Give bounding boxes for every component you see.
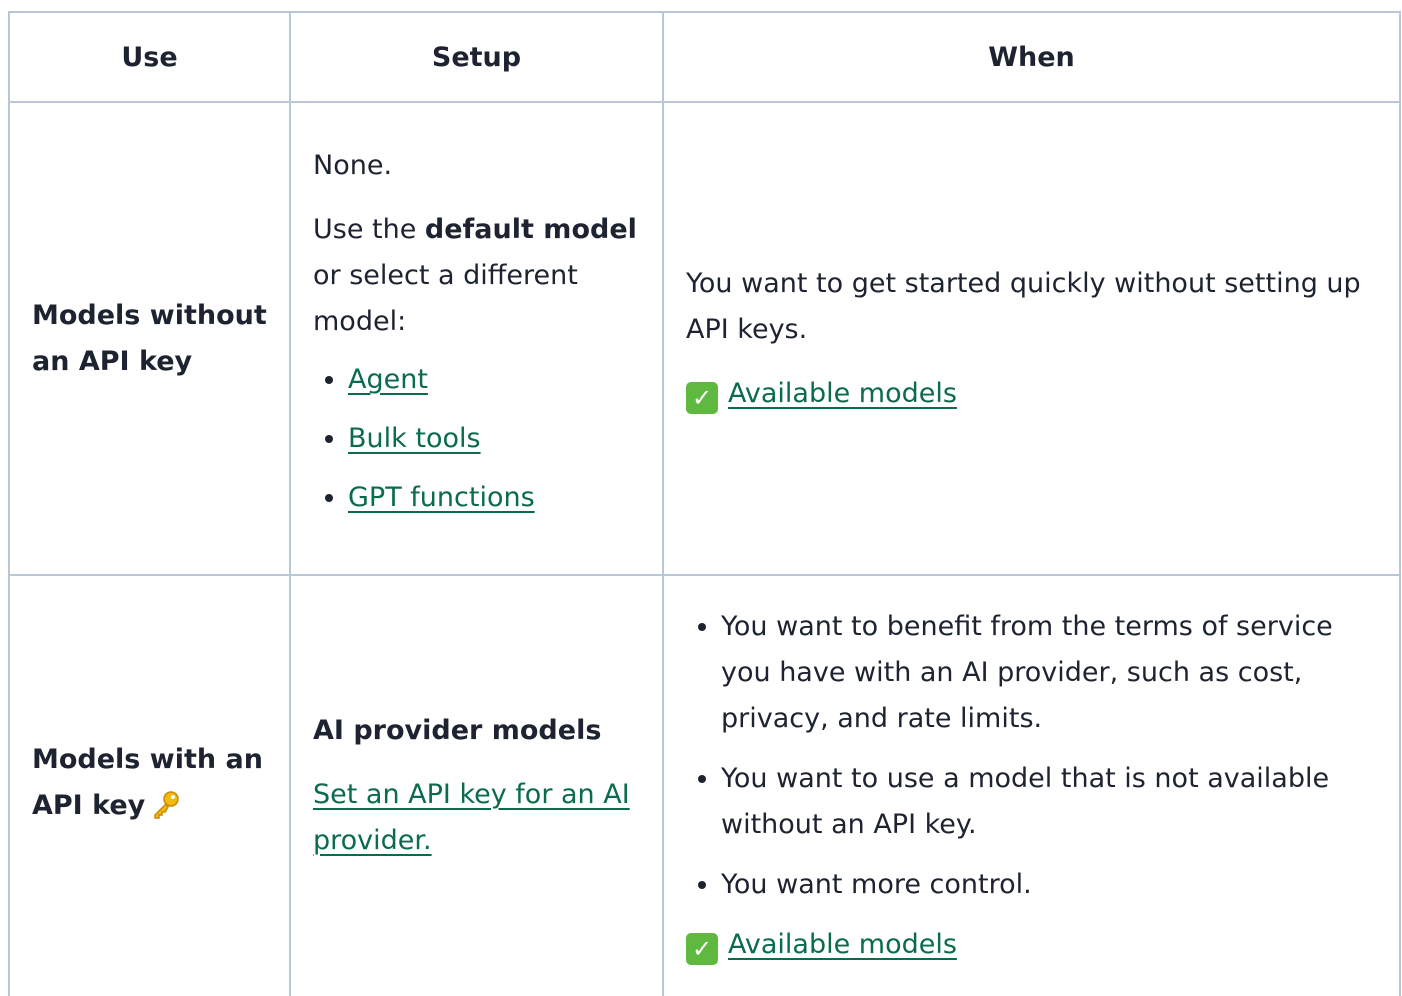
agent-link[interactable]: Agent <box>348 364 428 395</box>
setup-intro: None. <box>313 150 393 181</box>
use-label-with-key: Models with an API key <box>32 744 263 821</box>
set-api-key-line: Set an API key for an AI provider. <box>313 772 640 864</box>
table-row-with-key: Models with an API key AI provider model… <box>8 574 1401 996</box>
use-cell-with-key: Models with an API key <box>8 574 291 996</box>
header-when: When <box>662 11 1401 103</box>
when-cell-with-key: You want to benefit from the terms of se… <box>662 574 1401 996</box>
setup-cell-no-key: None. Use the default model or select a … <box>289 101 664 576</box>
available-models-line: ✓ Available models <box>686 371 1369 417</box>
use-cell-no-key: Models without an API key <box>8 101 291 576</box>
available-models-line: ✓ Available models <box>686 922 1369 968</box>
setup-text-before: Use the <box>313 214 425 245</box>
header-use: Use <box>8 11 291 103</box>
key-icon <box>151 789 181 835</box>
white-check-mark-icon: ✓ <box>686 933 718 965</box>
set-api-key-link[interactable]: Set an API key for an AI provider. <box>313 779 630 856</box>
default-model-text: default model <box>424 214 637 245</box>
list-item: You want to benefit from the terms of se… <box>721 604 1369 742</box>
header-setup: Setup <box>289 11 664 103</box>
gpt-functions-link[interactable]: GPT functions <box>348 482 535 513</box>
available-models-link[interactable]: Available models <box>728 929 957 960</box>
setup-description: Use the default model or select a differ… <box>313 207 640 345</box>
bulk-tools-link[interactable]: Bulk tools <box>348 423 481 454</box>
when-reason-list: You want to benefit from the terms of se… <box>686 604 1369 908</box>
model-link-list: Agent Bulk tools GPT functions <box>313 357 640 521</box>
when-cell-no-key: You want to get started quickly without … <box>662 101 1401 576</box>
table-row-no-key: Models without an API key None. Use the … <box>8 101 1401 576</box>
white-check-mark-icon: ✓ <box>686 381 718 414</box>
setup-cell-with-key: AI provider models Set an API key for an… <box>289 574 664 996</box>
ai-provider-heading-text: AI provider models <box>313 715 602 746</box>
comparison-table: Use Setup When Models without an API key… <box>8 11 1401 996</box>
list-item: Agent <box>348 357 640 403</box>
list-item: You want more control. <box>721 862 1369 908</box>
ai-provider-heading: AI provider models <box>313 708 640 754</box>
setup-text-after: or select a different model: <box>313 260 578 337</box>
available-models-link[interactable]: Available models <box>728 378 957 409</box>
list-item: Bulk tools <box>348 416 640 462</box>
use-label-no-key: Models without an API key <box>32 299 267 377</box>
list-item: GPT functions <box>348 475 640 521</box>
when-text-no-key: You want to get started quickly without … <box>686 267 1361 345</box>
header-row: Use Setup When <box>8 11 1401 103</box>
list-item: You want to use a model that is not avai… <box>721 756 1369 848</box>
